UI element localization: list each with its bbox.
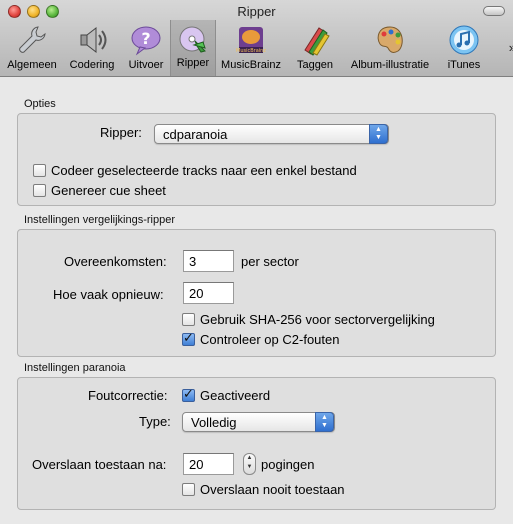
palette-icon <box>377 26 403 53</box>
toolbar-item-musicbrainz[interactable]: MusicBrainz MusicBrainz <box>216 22 286 74</box>
skip-after-input[interactable]: 20 <box>183 453 234 475</box>
encode-single-file-checkbox[interactable] <box>33 164 46 177</box>
error-correction-label: Foutcorrectie: <box>88 388 168 403</box>
cd-ripper-icon <box>179 26 206 53</box>
type-label: Type: <box>139 414 171 429</box>
never-skip-checkbox[interactable] <box>182 483 195 496</box>
toolbar-item-taggen[interactable]: Taggen <box>290 22 340 74</box>
retries-label: Hoe vaak opnieuw: <box>53 287 164 302</box>
window-title: Ripper <box>237 4 276 19</box>
title-bar: Ripper Algemeen Codering ? Uitvoer Rippe… <box>0 0 513 77</box>
c2-errors-checkbox[interactable] <box>182 331 195 346</box>
cue-sheet-checkbox[interactable] <box>33 184 46 197</box>
never-skip-label: Overslaan nooit toestaan <box>200 482 345 497</box>
type-select[interactable]: Volledig ▲ ▼ <box>182 412 335 432</box>
opties-section-title: Opties <box>24 98 56 110</box>
toolbar-item-itunes[interactable]: iTunes <box>440 22 488 74</box>
comparison-group: Overeenkomsten: 3 per sector Hoe vaak op… <box>17 229 496 357</box>
preferences-window: Ripper Algemeen Codering ? Uitvoer Rippe… <box>0 0 513 524</box>
itunes-icon <box>449 25 479 55</box>
toolbar-item-algemeen[interactable]: Algemeen <box>2 22 62 74</box>
wrench-icon <box>19 26 46 53</box>
c2-errors-label: Controleer op C2-fouten <box>200 332 340 347</box>
preferences-toolbar: Algemeen Codering ? Uitvoer Ripper Music… <box>0 20 513 76</box>
error-correction-checkbox[interactable] <box>182 387 195 402</box>
toolbar-item-codering[interactable]: Codering <box>64 22 120 74</box>
sha256-label: Gebruik SHA-256 voor sectorvergelijking <box>200 312 435 327</box>
paranoia-section-title: Instellingen paranoia <box>24 362 126 374</box>
cue-sheet-label: Genereer cue sheet <box>51 183 166 198</box>
ripper-select[interactable]: cdparanoia ▲ ▼ <box>154 124 389 144</box>
toolbar-toggle-button[interactable] <box>483 6 505 16</box>
crayons-icon <box>304 27 330 56</box>
skip-after-stepper[interactable]: ▲ ▼ <box>243 453 256 475</box>
toolbar-item-ripper[interactable]: Ripper <box>170 20 216 76</box>
toolbar-overflow-chevron-icon[interactable]: » <box>509 40 513 55</box>
error-correction-value-label: Geactiveerd <box>200 388 271 403</box>
skip-after-unit: pogingen <box>261 457 315 472</box>
ripper-label: Ripper: <box>100 125 142 140</box>
comparison-section-title: Instellingen vergelijkings-ripper <box>24 214 176 226</box>
matches-input[interactable]: 3 <box>183 250 234 272</box>
sha256-checkbox[interactable] <box>182 313 195 326</box>
toolbar-item-album-illustratie[interactable]: Album-illustratie <box>342 22 438 74</box>
matches-unit: per sector <box>241 254 299 269</box>
popup-arrows-icon: ▲ ▼ <box>369 124 388 144</box>
toolbar-item-uitvoer[interactable]: ? Uitvoer <box>122 22 170 74</box>
musicbrainz-icon: MusicBrainz <box>236 27 266 54</box>
opties-group: Ripper: cdparanoia ▲ ▼ Codeer geselecteer… <box>17 113 496 206</box>
skip-after-label: Overslaan toestaan na: <box>32 457 167 472</box>
speaker-icon <box>80 26 107 54</box>
retries-input[interactable]: 20 <box>183 282 234 304</box>
question-bubble-icon: ? <box>131 26 161 56</box>
popup-arrows-icon: ▲ ▼ <box>315 412 334 432</box>
encode-single-file-label: Codeer geselecteerde tracks naar een enk… <box>51 163 357 178</box>
svg-text:MusicBrainz: MusicBrainz <box>236 48 266 54</box>
matches-label: Overeenkomsten: <box>64 254 167 269</box>
paranoia-group: Foutcorrectie: Geactiveerd Type: Volledi… <box>17 377 496 510</box>
svg-text:?: ? <box>141 29 150 48</box>
